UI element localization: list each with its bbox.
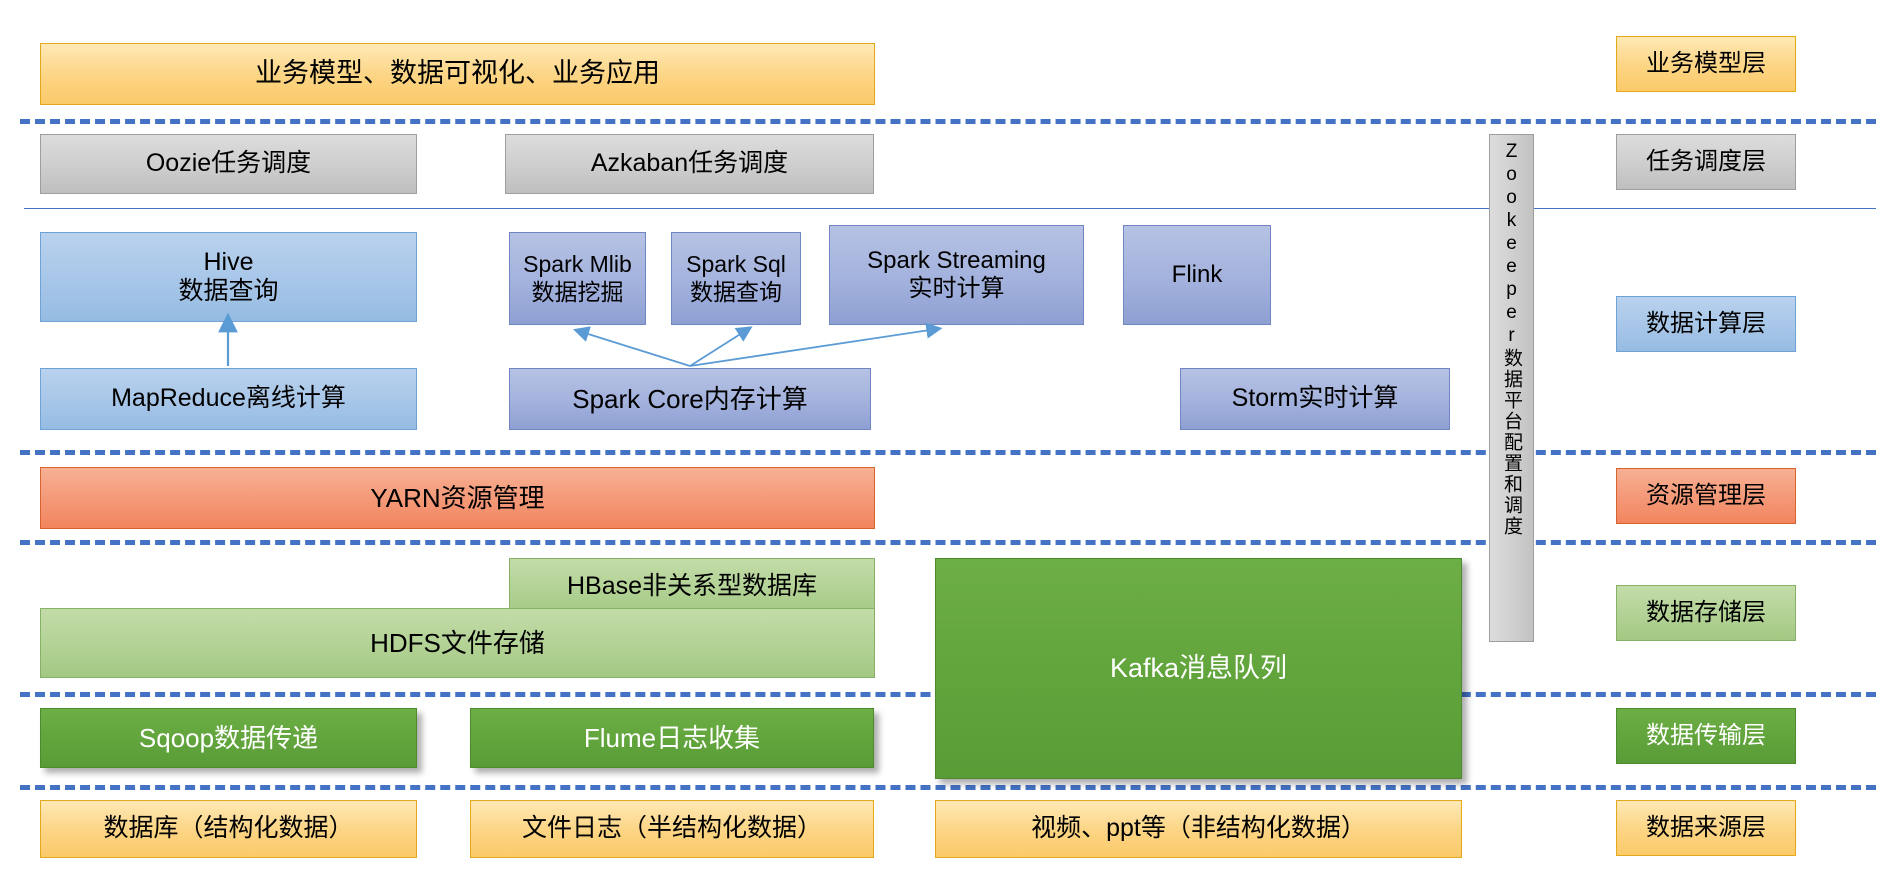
box-yarn-resource-management[interactable]: YARN资源管理 (40, 467, 875, 529)
box-spark-sql[interactable]: Spark Sql 数据查询 (671, 232, 801, 325)
box-source-filelog-semistructured[interactable]: 文件日志（半结构化数据） (470, 800, 874, 858)
separator-business-schedule (20, 119, 1876, 124)
box-azkaban-scheduler[interactable]: Azkaban任务调度 (505, 134, 874, 194)
diagram-canvas: 业务模型、数据可视化、业务应用 Oozie任务调度 Azkaban任务调度 Hi… (0, 0, 1896, 885)
separator-schedule-compute (24, 208, 1876, 209)
layer-label-data-storage[interactable]: 数据存储层 (1616, 585, 1796, 641)
box-zookeeper-platform-config-scheduling[interactable]: Zookeeper数据平台配置和调度 (1489, 134, 1534, 642)
box-spark-mlib[interactable]: Spark Mlib 数据挖掘 (509, 232, 646, 325)
box-mapreduce-offline-compute[interactable]: MapReduce离线计算 (40, 368, 417, 430)
layer-label-data-compute[interactable]: 数据计算层 (1616, 296, 1796, 352)
layer-label-resource-manage[interactable]: 资源管理层 (1616, 468, 1796, 524)
separator-transport-source (20, 785, 1876, 790)
layer-label-data-transport[interactable]: 数据传输层 (1616, 708, 1796, 764)
separator-resource-storage (20, 540, 1876, 545)
layer-label-data-source[interactable]: 数据来源层 (1616, 800, 1796, 856)
box-kafka-message-queue[interactable]: Kafka消息队列 (935, 558, 1462, 779)
box-flume-log-collection[interactable]: Flume日志收集 (470, 708, 874, 768)
box-hdfs-file-storage[interactable]: HDFS文件存储 (40, 608, 875, 678)
zookeeper-label: Zookeeper数据平台配置和调度 (1501, 141, 1522, 537)
separator-compute-resource (20, 450, 1876, 455)
layer-label-task-schedule[interactable]: 任务调度层 (1616, 134, 1796, 190)
box-spark-streaming[interactable]: Spark Streaming 实时计算 (829, 225, 1084, 325)
box-business-model-applications[interactable]: 业务模型、数据可视化、业务应用 (40, 43, 875, 105)
box-flink[interactable]: Flink (1123, 225, 1271, 325)
box-spark-core-memory-compute[interactable]: Spark Core内存计算 (509, 368, 871, 430)
box-oozie-scheduler[interactable]: Oozie任务调度 (40, 134, 417, 194)
box-sqoop-data-transfer[interactable]: Sqoop数据传递 (40, 708, 417, 768)
box-source-video-ppt-unstructured[interactable]: 视频、ppt等（非结构化数据） (935, 800, 1462, 858)
box-hive-data-query[interactable]: Hive 数据查询 (40, 232, 417, 322)
box-source-database-structured[interactable]: 数据库（结构化数据） (40, 800, 417, 858)
layer-label-business-model[interactable]: 业务模型层 (1616, 36, 1796, 92)
box-storm-realtime-compute[interactable]: Storm实时计算 (1180, 368, 1450, 430)
